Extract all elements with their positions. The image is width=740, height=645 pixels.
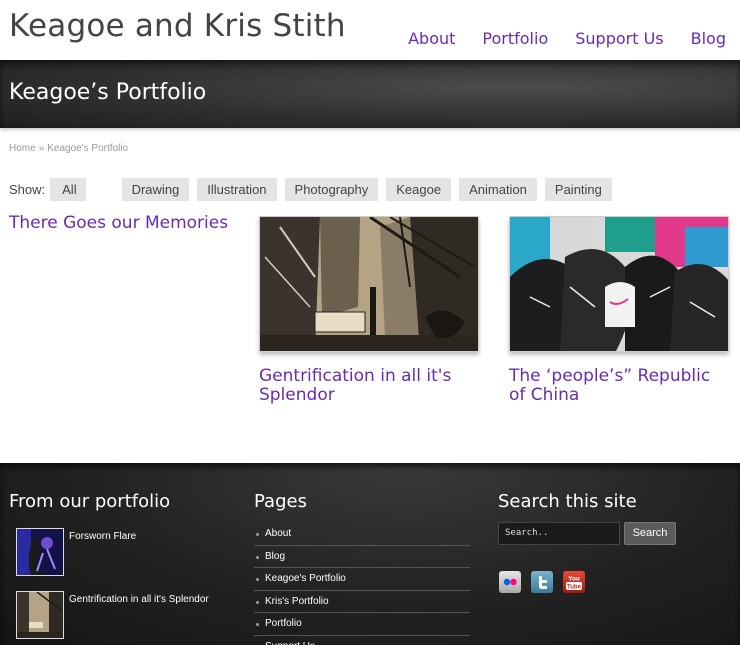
footer-portfolio-item[interactable]: Gentrification in all it's Splendor [16,591,209,639]
portfolio-filter: Show: All Drawing Illustration Photograp… [9,178,620,201]
portfolio-item: The ‘people’s” Republic of China [509,216,731,405]
breadcrumb: Home» Keagoe's Portfolio [9,143,128,154]
twitter-icon[interactable] [531,571,553,593]
portfolio-item: There Goes our Memories [9,214,239,233]
nav-blog[interactable]: Blog [691,29,726,48]
filter-all-button[interactable]: All [50,178,86,201]
nav-portfolio[interactable]: Portfolio [482,29,548,48]
filter-drawing-button[interactable]: Drawing [121,178,190,201]
footer-portfolio-label[interactable]: Gentrification in all it's Splendor [69,594,209,639]
nav-support-us[interactable]: Support Us [575,29,663,48]
footer-portfolio-thumbnail[interactable] [16,528,64,576]
city-crane-artwork [260,217,478,351]
portfolio-thumbnail[interactable] [259,216,479,352]
filter-photography-button[interactable]: Photography [284,178,379,201]
site-footer: From our portfolio Pages Search this sit… [0,463,740,645]
filter-keagoe-button[interactable]: Keagoe [386,178,452,201]
city-crane-artwork [17,592,63,638]
footer-portfolio-item[interactable]: Forsworn Flare [16,528,136,576]
footer-page-link[interactable]: Keagoe's Portfolio [254,568,470,591]
portfolio-thumbnail[interactable] [509,216,729,352]
breadcrumb-current: Keagoe's Portfolio [47,143,129,154]
filter-animation-button[interactable]: Animation [459,178,537,201]
footer-page-link[interactable]: Blog [254,546,470,568]
breadcrumb-home[interactable]: Home [9,143,36,154]
footer-page-link[interactable]: Support Us [254,636,470,645]
filter-label: Show: [9,182,46,197]
main-nav: About Portfolio Support Us Blog [408,29,726,48]
youtube-icon-text-2: Tube [567,585,582,591]
portfolio-item-title[interactable]: The ‘people’s” Republic of China [509,367,731,405]
portfolio-item-title[interactable]: Gentrification in all it's Splendor [259,367,481,405]
flickr-icon[interactable] [499,571,521,593]
footer-pages-list: About Blog Keagoe's Portfolio Kris's Por… [254,523,470,645]
page-title: Keagoe’s Portfolio [9,80,207,105]
youtube-icon-text-1: You [568,576,580,583]
footer-page-link[interactable]: Kris's Portfolio [254,591,470,613]
footer-portfolio-thumbnail[interactable] [16,591,64,639]
search-input[interactable]: Search.. [498,522,620,545]
site-title[interactable]: Keagoe and Kris Stith [9,8,346,44]
footer-pages-heading: Pages [254,491,307,512]
footer-portfolio-label[interactable]: Forsworn Flare [69,531,136,576]
site-header: Keagoe and Kris Stith About Portfolio Su… [0,0,740,60]
footer-page-link[interactable]: About [254,523,470,546]
forsworn-flare-artwork [17,529,63,575]
filter-painting-button[interactable]: Painting [544,178,612,201]
footer-page-link[interactable]: Portfolio [254,613,470,636]
breadcrumb-separator: » [38,143,45,154]
filter-illustration-button[interactable]: Illustration [197,178,277,201]
page-title-band: Keagoe’s Portfolio [0,60,740,128]
search-button[interactable]: Search [624,522,676,545]
portfolio-item-title[interactable]: There Goes our Memories [9,214,239,233]
footer-portfolio-heading: From our portfolio [9,491,171,512]
footer-search-heading: Search this site [498,491,637,512]
nav-about[interactable]: About [408,29,455,48]
portfolio-item: Gentrification in all it's Splendor [259,216,481,405]
crowd-artwork [510,217,728,351]
youtube-icon[interactable]: You Tube [563,571,585,593]
